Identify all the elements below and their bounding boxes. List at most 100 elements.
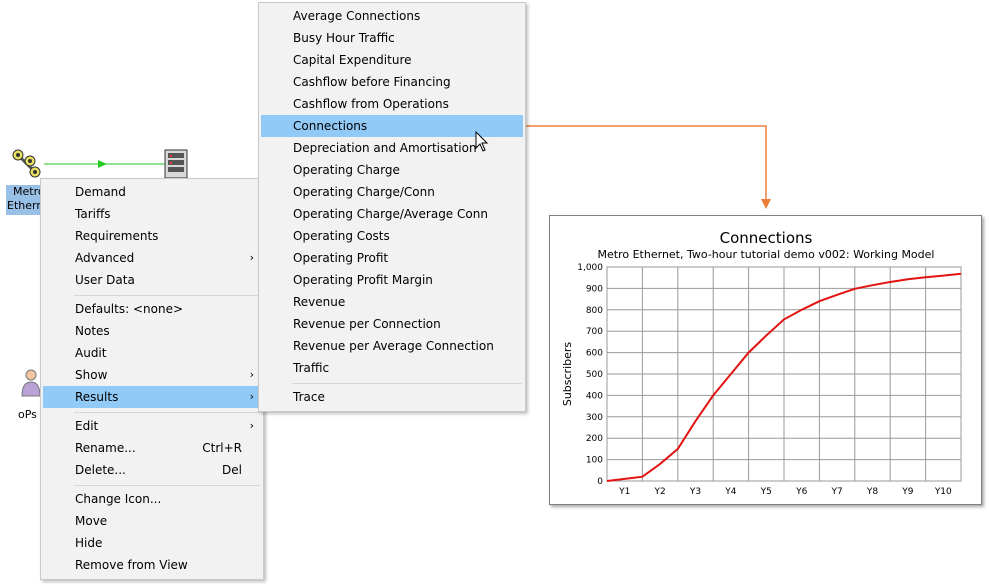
menu-item-revenue-per-average-connection[interactable]: Revenue per Average Connection [261,335,523,357]
connections-chart: Connections Metro Ethernet, Two-hour tut… [561,229,962,497]
menu-item-label: User Data [75,273,135,287]
submenu-arrow-icon: › [249,419,254,432]
menu-item-label: Operating Profit Margin [293,273,433,287]
node-label[interactable]: Metro Ethern [6,185,44,215]
shortcut-label: Ctrl+R [202,441,242,455]
x-tick-label: Y9 [901,487,913,497]
x-tick-label: Y8 [866,487,878,497]
menu-item-revenue[interactable]: Revenue [261,291,523,313]
x-tick-label: Y4 [724,487,736,497]
menu-item-label: Results [75,390,119,404]
menu-item-label: Defaults: <none> [75,302,183,316]
menu-item-label: Depreciation and Amortisation [293,141,477,155]
menu-item-label: Notes [75,324,110,338]
node-label-line1: Metro [13,185,44,198]
menu-item-show[interactable]: Show › [43,364,261,386]
menu-item-rename[interactable]: Rename... Ctrl+R [43,437,261,459]
menu-item-demand[interactable]: Demand [43,181,261,203]
x-tick-label: Y3 [689,487,701,497]
menu-item-label: Operating Profit [293,251,389,265]
menu-item-operating-charge-conn[interactable]: Operating Charge/Conn [261,181,523,203]
callout-arrow [526,125,771,209]
menu-item-label: Show [75,368,108,382]
menu-item-label: Edit [75,419,99,433]
menu-item-operating-charge[interactable]: Operating Charge [261,159,523,181]
menu-item-capital-expenditure[interactable]: Capital Expenditure [261,49,523,71]
menu-separator [292,383,522,384]
y-tick-label: 600 [586,349,603,359]
menu-item-label: Revenue per Average Connection [293,339,494,353]
chart-title: Connections [720,229,813,247]
menu-item-hide[interactable]: Hide [43,532,261,554]
menu-item-operating-profit-margin[interactable]: Operating Profit Margin [261,269,523,291]
context-menu: Demand Tariffs Requirements Advanced › Us… [40,178,264,580]
menu-item-label: Audit [75,346,107,360]
menu-item-label: Cashflow from Operations [293,97,449,111]
x-tick-label: Y7 [830,487,842,497]
menu-item-trace[interactable]: Trace [261,386,523,408]
menu-item-label: Operating Charge/Conn [293,185,435,199]
x-tick-label: Y2 [653,487,665,497]
results-submenu: Average Connections Busy Hour Traffic Ca… [258,2,526,412]
submenu-arrow-icon: › [249,390,254,403]
menu-item-tariffs[interactable]: Tariffs [43,203,261,225]
menu-item-label: Busy Hour Traffic [293,31,395,45]
menu-item-label: Demand [75,185,126,199]
menu-item-label: Tariffs [75,207,111,221]
menu-item-defaults[interactable]: Defaults: <none> [43,298,261,320]
menu-item-requirements[interactable]: Requirements [43,225,261,247]
y-tick-label: 500 [586,370,603,380]
node-label-line2: Ethern [7,199,44,212]
node-user-label[interactable]: oPs [18,408,37,421]
menu-item-operating-charge-average-conn[interactable]: Operating Charge/Average Conn [261,203,523,225]
mouse-cursor-icon [475,130,489,153]
chart-panel: Connections Metro Ethernet, Two-hour tut… [549,215,982,505]
menu-item-label: Operating Charge [293,163,400,177]
x-tick-label: Y5 [760,487,772,497]
x-tick-label: Y1 [618,487,630,497]
menu-separator [74,412,260,413]
menu-item-cashflow-from-operations[interactable]: Cashflow from Operations [261,93,523,115]
menu-item-cashflow-before-financing[interactable]: Cashflow before Financing [261,71,523,93]
node-user-icon[interactable] [20,368,42,398]
menu-item-results[interactable]: Results › [43,386,261,408]
shortcut-label: Del [222,463,242,477]
menu-item-busy-hour-traffic[interactable]: Busy Hour Traffic [261,27,523,49]
menu-item-operating-profit[interactable]: Operating Profit [261,247,523,269]
menu-item-label: Change Icon... [75,492,162,506]
submenu-arrow-icon: › [249,251,254,264]
chart-subtitle: Metro Ethernet, Two-hour tutorial demo v… [598,248,935,261]
menu-item-label: Delete... [75,463,126,477]
menu-item-delete[interactable]: Delete... Del [43,459,261,481]
node-router-icon[interactable] [10,148,44,180]
menu-item-audit[interactable]: Audit [43,342,261,364]
menu-item-user-data[interactable]: User Data [43,269,261,291]
y-tick-label: 100 [586,456,603,466]
submenu-arrow-icon: › [249,368,254,381]
menu-item-notes[interactable]: Notes [43,320,261,342]
menu-item-label: Cashflow before Financing [293,75,451,89]
menu-item-edit[interactable]: Edit › [43,415,261,437]
menu-separator [74,295,260,296]
menu-item-label: Traffic [293,361,330,375]
y-tick-label: 0 [597,477,603,487]
menu-item-average-connections[interactable]: Average Connections [261,5,523,27]
y-tick-label: 300 [586,413,603,423]
x-tick-label: Y6 [795,487,807,497]
menu-item-operating-costs[interactable]: Operating Costs [261,225,523,247]
menu-item-move[interactable]: Move [43,510,261,532]
menu-item-traffic[interactable]: Traffic [261,357,523,379]
menu-item-change-icon[interactable]: Change Icon... [43,488,261,510]
menu-item-revenue-per-connection[interactable]: Revenue per Connection [261,313,523,335]
node-rack-icon[interactable] [164,149,188,179]
menu-item-advanced[interactable]: Advanced › [43,247,261,269]
y-tick-label: 400 [586,391,603,401]
y-tick-label: 900 [586,284,603,294]
y-tick-label: 1,000 [577,263,603,273]
menu-item-remove-from-view[interactable]: Remove from View [43,554,261,576]
y-tick-label: 200 [586,434,603,444]
menu-item-label: Average Connections [293,9,421,23]
chart-ylabel: Subscribers [561,342,574,407]
y-tick-label: 800 [586,306,603,316]
menu-item-label: Requirements [75,229,159,243]
